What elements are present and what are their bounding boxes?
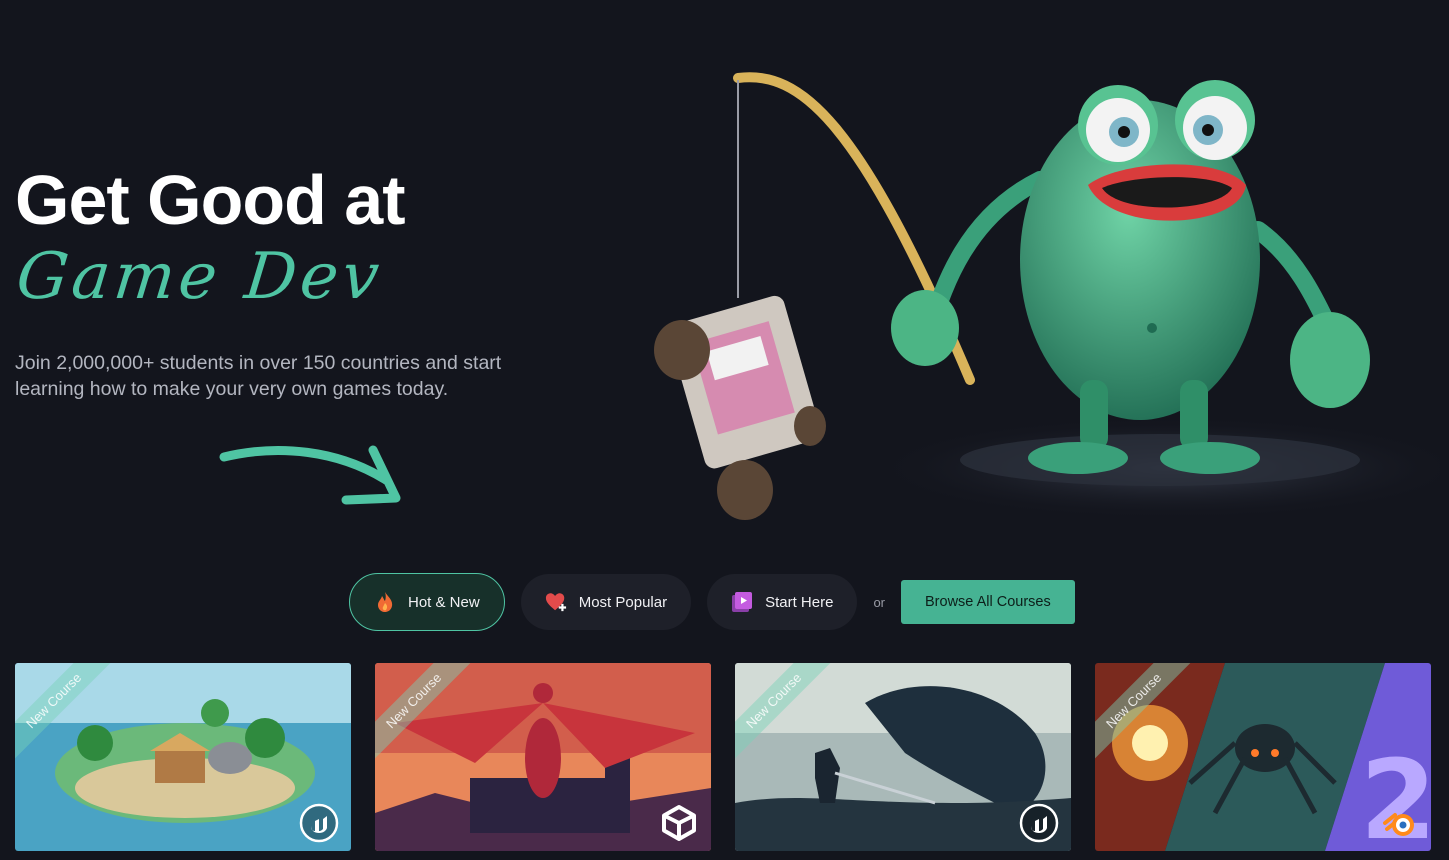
browse-all-courses-button[interactable]: Browse All Courses bbox=[901, 580, 1075, 624]
unreal-engine-icon bbox=[1019, 803, 1059, 843]
video-icon bbox=[731, 591, 753, 613]
tab-label: Hot & New bbox=[408, 593, 480, 611]
or-separator: or bbox=[873, 594, 885, 610]
hero-subtitle: Join 2,000,000+ students in over 150 cou… bbox=[15, 352, 502, 400]
unity-icon bbox=[662, 805, 696, 841]
tab-most-popular[interactable]: Most Popular bbox=[520, 574, 692, 630]
fire-icon bbox=[374, 591, 396, 613]
hero-script-title: Game Dev bbox=[13, 240, 387, 314]
tab-label: Start Here bbox=[765, 593, 834, 611]
course-card-island[interactable]: New Course bbox=[15, 663, 351, 851]
course-card-dragon[interactable]: New Course bbox=[375, 663, 711, 851]
tab-label: Most Popular bbox=[578, 593, 668, 611]
blender-icon bbox=[1383, 813, 1414, 836]
hero-title: Get Good at bbox=[15, 161, 406, 239]
tab-start-here[interactable]: Start Here bbox=[707, 574, 858, 630]
heart-plus-icon bbox=[545, 591, 567, 613]
course-card-dark-knight[interactable]: New Course bbox=[735, 663, 1071, 851]
course-card-vfx[interactable]: 2 New Course bbox=[1095, 663, 1431, 851]
frog-mascot-illustration bbox=[654, 72, 1440, 520]
arrow-icon bbox=[219, 445, 401, 505]
unreal-engine-icon bbox=[299, 803, 339, 843]
tab-hot-and-new[interactable]: Hot & New bbox=[349, 573, 505, 631]
course-filter-bar: Hot & New Most Popular Start Here or Bro… bbox=[349, 573, 1075, 631]
